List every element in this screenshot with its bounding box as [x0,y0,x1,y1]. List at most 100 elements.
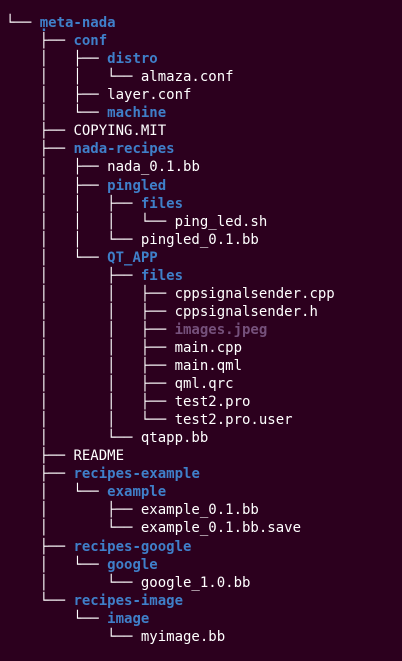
file-name: test2.pro [174,394,251,411]
tree-row-directory: ├── recipes-google [6,538,192,556]
tree-row-file: │ └── google_1.0.bb [6,574,251,592]
tree-row-file: │ │ ├── test2.pro [6,393,251,411]
file-name: images.jpeg [174,321,268,338]
tree-guide: │ └── [6,249,108,266]
file-name: almaza.conf [140,69,234,86]
tree-row-file: │ │ │ └── ping_led.sh [6,213,268,231]
tree-row-directory: │ │ ├── files [6,195,183,213]
tree-row-file: └── myimage.bb [6,628,225,646]
directory-name: example [107,484,167,501]
tree-guide: ├── [6,141,74,158]
tree-guide: ├── [6,123,74,140]
tree-row-file: │ └── example_0.1.bb.save [6,519,301,537]
tree-row-directory: │ ├── files [6,267,183,285]
tree-guide: │ ├── [6,267,141,284]
tree-guide: │ │ ├── [6,195,141,212]
file-name: README [73,448,125,465]
file-name: pingled_0.1.bb [140,231,259,248]
tree-guide: │ └── [6,430,141,447]
tree-guide: │ └── [6,574,141,591]
tree-row-directory: │ └── QT_APP [6,249,158,267]
file-name: nada_0.1.bb [107,159,200,176]
directory-name: files [140,267,184,284]
tree-row-directory: ├── nada-recipes [6,140,175,158]
tree-guide: │ ├── [6,159,108,176]
file-name: test2.pro.user [174,412,293,429]
file-name: cppsignalsender.cpp [174,285,335,302]
tree-guide: ├── [6,33,74,49]
file-name: COPYING.MIT [73,123,167,140]
tree-guide: │ │ ├── [6,285,175,302]
tree-row-directory: ├── recipes-example [6,465,200,483]
tree-row-directory: └── image [6,610,149,628]
file-name: main.qml [174,357,243,374]
directory-name: google [107,556,158,573]
tree-row-file: │ ├── nada_0.1.bb [6,158,200,176]
tree-row-directory: │ └── google [6,556,158,574]
directory-name: machine [107,105,167,122]
tree-row-directory: ├── conf [6,32,107,50]
tree-row-directory: │ ├── pingled [6,177,166,195]
file-name: qml.qrc [174,376,234,392]
tree-row-file: ├── README [6,447,124,465]
file-name: qtapp.bb [140,430,209,447]
directory-name: image [107,610,150,627]
tree-row-directory: │ └── example [6,483,166,501]
directory-name: pingled [107,177,167,194]
tree-guide: │ │ └── [6,412,175,429]
tree-guide: │ └── [6,105,108,122]
tree-guide: ├── [6,466,74,483]
tree-guide: ├── [6,538,74,555]
tree-row-file: ├── COPYING.MIT [6,122,166,140]
tree-guide: │ │ ├── [6,394,175,411]
tree-row-file: │ │ ├── qml.qrc [6,375,234,393]
file-name: example_0.1.bb [140,502,259,519]
tree-guide: │ ├── [6,87,108,104]
tree-row-directory: │ ├── distro [6,50,158,68]
file-name: main.cpp [174,339,243,356]
tree-guide: │ └── [6,520,141,537]
directory-name: nada-recipes [73,141,175,158]
tree-guide: │ │ ├── [6,303,175,320]
tree-guide: ├── [6,448,74,465]
directory-name: QT_APP [107,249,158,266]
tree-guide: │ ├── [6,177,108,194]
directory-name: conf [73,33,108,49]
file-name: cppsignalsender.h [174,303,318,320]
tree-guide: │ │ └── [6,69,141,86]
directory-name: recipes-image [73,592,184,609]
tree-guide: │ └── [6,556,108,573]
directory-name: files [140,195,184,212]
directory-name: recipes-example [73,466,200,483]
tree-guide: │ ├── [6,502,141,519]
tree-row-file: │ │ ├── cppsignalsender.h [6,303,318,321]
tree-row-file: │ │ ├── cppsignalsender.cpp [6,285,335,303]
tree-guide: └── [6,15,40,31]
directory-name: distro [107,51,158,68]
file-name: layer.conf [107,87,192,104]
tree-row-file: │ │ ├── main.cpp [6,339,242,357]
tree-guide: └── [6,628,141,645]
tree-row-file: │ │ ├── images.jpeg [6,321,268,339]
file-name: myimage.bb [140,628,226,645]
tree-guide: │ │ ├── [6,357,175,374]
tree-guide: │ │ ├── [6,339,175,356]
directory-name: meta-nada [39,15,116,31]
terminal-window[interactable]: . └── meta-nada ├── conf │ ├── distro │ … [0,0,402,661]
tree-row-file: │ │ └── almaza.conf [6,68,234,86]
tree-row-file: │ │ └── test2.pro.user [6,411,293,429]
tree-guide: └── [6,592,74,609]
tree-row-file: │ │ └── pingled_0.1.bb [6,231,259,249]
tree-row-file: │ ├── layer.conf [6,86,192,104]
tree-row-directory: │ └── machine [6,104,166,122]
tree-row-file: │ ├── example_0.1.bb [6,501,259,519]
tree-guide: │ │ ├── [6,376,175,392]
tree-guide: │ ├── [6,51,108,68]
tree-guide: │ │ └── [6,231,141,248]
tree-row-directory: └── meta-nada [6,14,116,32]
file-name: example_0.1.bb.save [140,520,302,537]
tree-guide: │ │ ├── [6,321,175,338]
tree-guide: │ │ │ └── [6,213,175,230]
tree-row-file: │ └── qtapp.bb [6,429,209,447]
file-name: google_1.0.bb [140,574,251,591]
